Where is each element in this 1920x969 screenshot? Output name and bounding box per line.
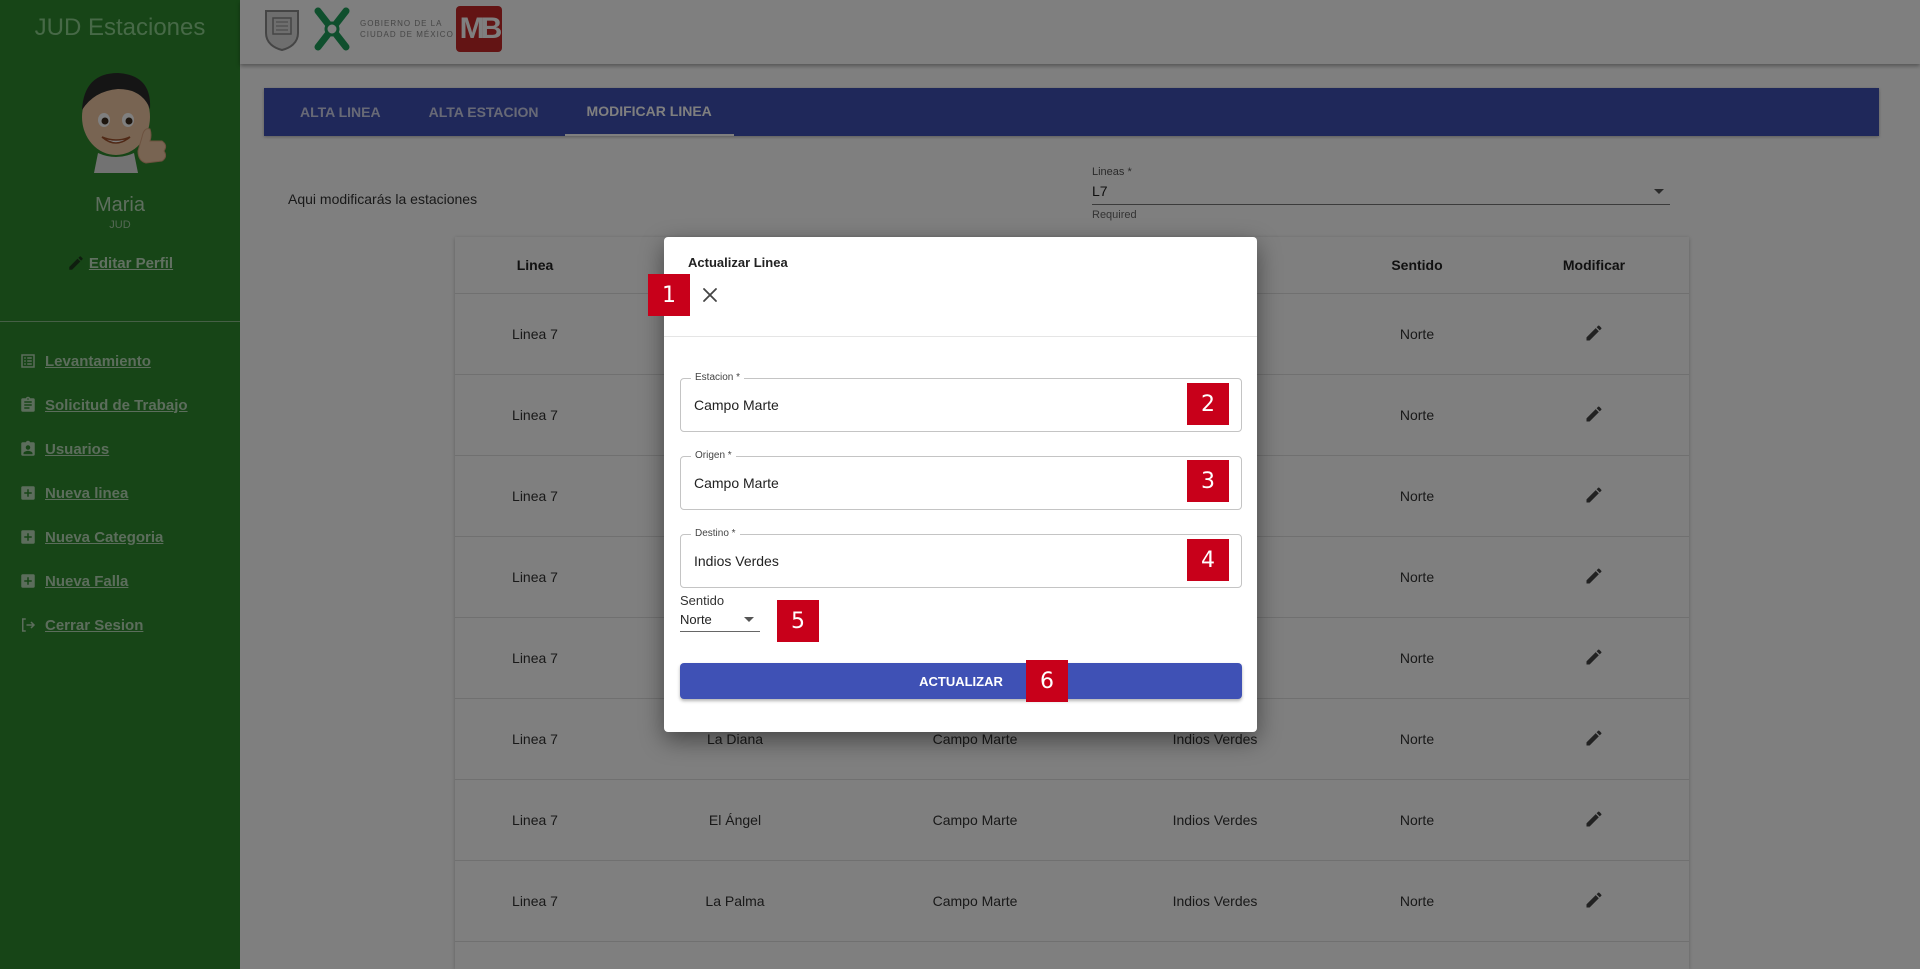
annotation-badge-6: 6: [1026, 660, 1068, 702]
dialog-title: Actualizar Linea: [688, 255, 788, 270]
estacion-value: Campo Marte: [694, 397, 779, 413]
destino-label: Destino *: [691, 528, 740, 539]
update-line-dialog: Actualizar Linea Estacion * Campo Marte …: [664, 237, 1257, 732]
destino-field[interactable]: Destino * Indios Verdes: [680, 528, 1242, 588]
estacion-label: Estacion *: [691, 372, 745, 383]
origen-label: Origen *: [691, 450, 736, 461]
update-button[interactable]: ACTUALIZAR: [680, 663, 1242, 699]
annotation-badge-1: 1: [648, 274, 690, 316]
annotation-badge-2: 2: [1187, 383, 1229, 425]
chevron-down-icon: [744, 617, 754, 622]
sentido-label: Sentido: [680, 593, 725, 608]
dialog-divider: [664, 336, 1257, 337]
destino-value: Indios Verdes: [694, 553, 779, 569]
close-icon[interactable]: [700, 285, 720, 305]
estacion-field[interactable]: Estacion * Campo Marte: [680, 372, 1242, 432]
annotation-badge-3: 3: [1187, 460, 1229, 502]
sentido-select[interactable]: Sentido Norte: [680, 593, 760, 632]
sentido-value-row[interactable]: Norte: [680, 608, 760, 632]
origen-value: Campo Marte: [694, 475, 779, 491]
sentido-value: Norte: [680, 612, 712, 627]
annotation-badge-5: 5: [777, 600, 819, 642]
annotation-badge-4: 4: [1187, 539, 1229, 581]
origen-field[interactable]: Origen * Campo Marte: [680, 450, 1242, 510]
